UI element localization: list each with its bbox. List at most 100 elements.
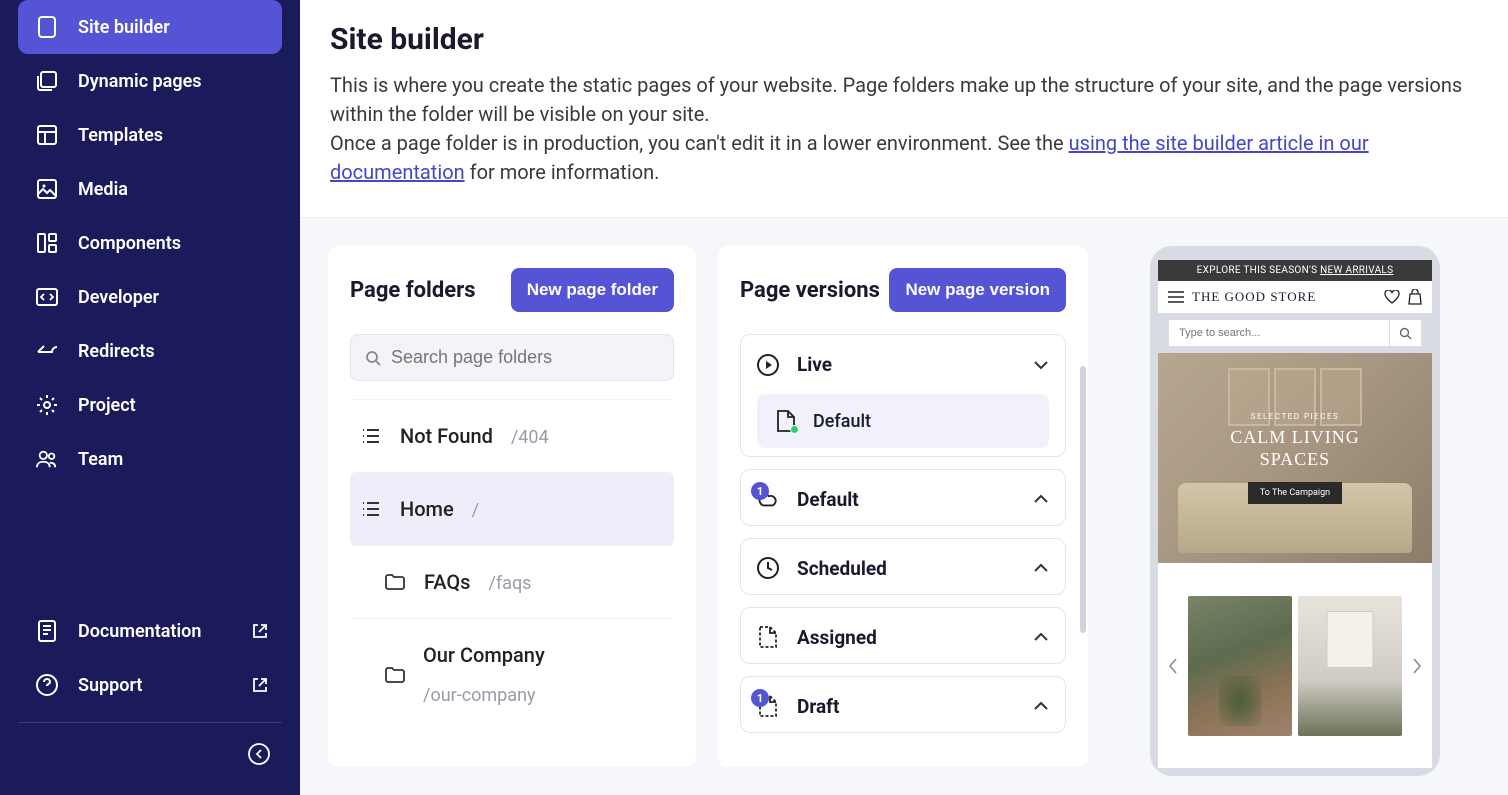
- version-group-assigned: Assigned: [740, 607, 1066, 664]
- folder-row-home[interactable]: Home /: [350, 472, 674, 545]
- version-group-live: Live Default: [740, 334, 1066, 457]
- version-item-default-live[interactable]: Default: [757, 394, 1049, 448]
- main-content: Site builder This is where you create th…: [300, 0, 1508, 795]
- version-header-scheduled[interactable]: Scheduled: [741, 539, 1065, 595]
- version-group-draft: 1 Draft: [740, 676, 1066, 733]
- external-link-icon: [252, 677, 268, 693]
- folder-row-not-found[interactable]: Not Found /404: [350, 399, 674, 472]
- chevron-right-icon: [1408, 652, 1426, 680]
- sidebar-item-developer[interactable]: Developer: [18, 270, 282, 324]
- version-group-default: 1 Default: [740, 469, 1066, 526]
- chevron-up-icon: [1033, 701, 1049, 711]
- page-folders-panel: Page folders New page folder Not Found /…: [328, 246, 696, 767]
- external-link-icon: [252, 623, 268, 639]
- preview-panel: EXPLORE THIS SEASON'S NEW ARRIVALS THE G…: [1110, 246, 1480, 767]
- sidebar-item-label: Site builder: [78, 17, 170, 38]
- team-icon: [36, 448, 58, 470]
- panel-title-folders: Page folders: [350, 278, 476, 303]
- components-icon: [36, 232, 58, 254]
- search-folders-input[interactable]: [391, 347, 659, 368]
- chevron-down-icon: [1033, 360, 1049, 370]
- help-icon: [36, 674, 58, 696]
- list-icon: [360, 502, 382, 516]
- sidebar-item-label: Dynamic pages: [78, 71, 202, 92]
- chevron-up-icon: [1033, 563, 1049, 573]
- hero-subtitle: SELECTED PIECES: [1251, 412, 1340, 421]
- version-header-assigned[interactable]: Assigned: [741, 608, 1065, 664]
- new-page-folder-button[interactable]: New page folder: [511, 268, 674, 312]
- sidebar-item-media[interactable]: Media: [18, 162, 282, 216]
- version-label: Draft: [797, 695, 1015, 718]
- sidebar-item-redirects[interactable]: Redirects: [18, 324, 282, 378]
- version-header-default[interactable]: 1 Default: [741, 470, 1065, 526]
- redirect-icon: [36, 340, 58, 362]
- version-sub-label: Default: [813, 411, 871, 432]
- heart-icon: [1384, 290, 1400, 304]
- folder-name: Not Found: [400, 424, 493, 448]
- sidebar-item-support[interactable]: Support: [18, 658, 282, 712]
- folder-path: /our-company: [423, 685, 536, 706]
- hero-cta-button: To The Campaign: [1248, 482, 1342, 504]
- folder-name: FAQs: [424, 570, 470, 594]
- gallery-image: [1188, 596, 1292, 736]
- preview-search-input: [1169, 320, 1389, 346]
- version-label: Assigned: [797, 626, 1015, 649]
- scrollbar[interactable]: [1080, 366, 1086, 747]
- code-icon: [36, 286, 58, 308]
- search-icon: [365, 350, 381, 366]
- sidebar-item-components[interactable]: Components: [18, 216, 282, 270]
- search-folders-box[interactable]: [350, 334, 674, 381]
- version-label: Default: [797, 488, 1015, 511]
- content-area: Page folders New page folder Not Found /…: [300, 217, 1508, 795]
- page-versions-panel: Page versions New page version Live: [718, 246, 1088, 767]
- play-circle-icon: [757, 354, 779, 376]
- page-description: This is where you create the static page…: [330, 71, 1478, 187]
- page-title: Site builder: [330, 22, 1478, 57]
- sidebar-item-documentation[interactable]: Documentation: [18, 604, 282, 658]
- image-icon: [36, 178, 58, 200]
- version-header-live[interactable]: Live: [741, 335, 1065, 394]
- divider: [18, 722, 282, 723]
- chevron-up-icon: [1033, 632, 1049, 642]
- sidebar-item-label: Project: [78, 395, 136, 416]
- phone-preview: EXPLORE THIS SEASON'S NEW ARRIVALS THE G…: [1150, 246, 1440, 776]
- folder-path: /: [472, 500, 479, 521]
- preview-banner: EXPLORE THIS SEASON'S NEW ARRIVALS: [1158, 260, 1432, 281]
- header-area: Site builder This is where you create th…: [300, 0, 1508, 217]
- sidebar-item-label: Support: [78, 675, 142, 696]
- collapse-sidebar-button[interactable]: [0, 733, 300, 775]
- sidebar-item-templates[interactable]: Templates: [18, 108, 282, 162]
- page-live-icon: [775, 410, 797, 432]
- new-page-version-button[interactable]: New page version: [889, 268, 1066, 312]
- hero-title: CALM LIVING SPACES: [1230, 427, 1360, 470]
- folder-name: Our Company: [423, 643, 545, 667]
- hamburger-icon: [1168, 291, 1184, 303]
- sidebar-item-label: Redirects: [78, 341, 155, 362]
- preview-brand: THE GOOD STORE: [1192, 289, 1376, 305]
- preview-search: [1168, 319, 1422, 347]
- badge-count: 1: [751, 482, 769, 500]
- version-header-draft[interactable]: 1 Draft: [741, 677, 1065, 733]
- list-icon: [360, 429, 382, 443]
- sidebar-item-label: Documentation: [78, 621, 201, 642]
- gallery-image: [1298, 596, 1402, 736]
- folder-row-faqs[interactable]: FAQs /faqs: [350, 545, 674, 618]
- page-dashed-icon: 1: [757, 695, 779, 717]
- version-label: Live: [797, 353, 1015, 376]
- sidebar-item-label: Components: [78, 233, 181, 254]
- folder-row-our-company[interactable]: Our Company /our-company: [350, 618, 674, 730]
- folder-icon: [384, 574, 406, 590]
- preview-header: THE GOOD STORE: [1158, 281, 1432, 313]
- chevron-up-icon: [1033, 494, 1049, 504]
- preview-gallery: [1158, 563, 1432, 768]
- sidebar-item-team[interactable]: Team: [18, 432, 282, 486]
- phone-icon: [36, 16, 58, 38]
- clock-icon: [757, 557, 779, 579]
- version-label: Scheduled: [797, 557, 1015, 580]
- sidebar-item-site-builder[interactable]: Site builder: [18, 0, 282, 54]
- sidebar-item-label: Developer: [78, 287, 159, 308]
- bag-icon: [1408, 289, 1422, 305]
- sidebar-item-project[interactable]: Project: [18, 378, 282, 432]
- sidebar-item-dynamic-pages[interactable]: Dynamic pages: [18, 54, 282, 108]
- folder-path: /404: [511, 427, 549, 448]
